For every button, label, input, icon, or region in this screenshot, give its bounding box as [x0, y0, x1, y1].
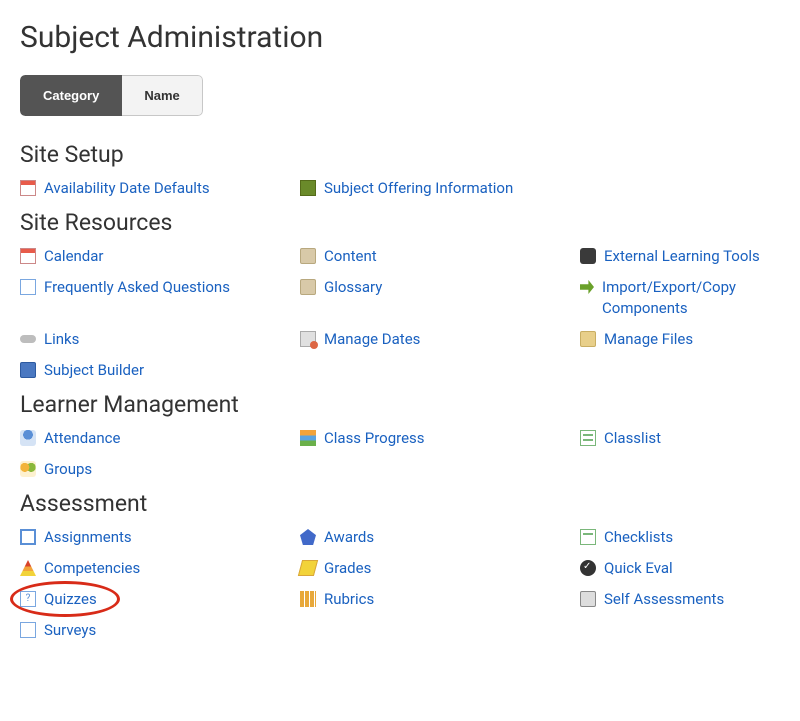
- puzzle-icon: [580, 248, 596, 264]
- quiz-icon: [20, 591, 36, 607]
- list-icon: [580, 430, 596, 446]
- page-title: Subject Administration: [20, 20, 780, 55]
- link-surveys[interactable]: Surveys: [20, 620, 300, 641]
- link-label: Manage Files: [604, 329, 693, 350]
- link-self-assessments[interactable]: Self Assessments: [580, 589, 800, 610]
- link-label: Manage Dates: [324, 329, 420, 350]
- link-label: Surveys: [44, 620, 96, 641]
- folder-icon: [580, 331, 596, 347]
- link-label: Competencies: [44, 558, 140, 579]
- link-label: Quizzes: [44, 589, 97, 610]
- link-label: External Learning Tools: [604, 246, 760, 267]
- link-manage-files[interactable]: Manage Files: [580, 329, 800, 350]
- link-quick-eval[interactable]: Quick Eval: [580, 558, 800, 579]
- link-groups[interactable]: Groups: [20, 459, 300, 480]
- toggle-name-button[interactable]: Name: [122, 75, 202, 116]
- link-label: Grades: [324, 558, 371, 579]
- person-icon: [20, 430, 36, 446]
- link-label: Groups: [44, 459, 92, 480]
- calendar-icon: [20, 248, 36, 264]
- link-competencies[interactable]: Competencies: [20, 558, 300, 579]
- link-availability-date-defaults[interactable]: Availability Date Defaults: [20, 178, 300, 199]
- link-label: Availability Date Defaults: [44, 178, 210, 199]
- groups-icon: [20, 461, 36, 477]
- link-grades[interactable]: Grades: [300, 558, 580, 579]
- link-label: Assignments: [44, 527, 132, 548]
- link-content[interactable]: Content: [300, 246, 580, 267]
- ruler-icon: [298, 560, 318, 576]
- link-classlist[interactable]: Classlist: [580, 428, 800, 449]
- pyramid-icon: [20, 560, 36, 576]
- link-import-export-copy[interactable]: Import/Export/Copy Components: [580, 277, 800, 319]
- checklist-icon: [580, 529, 596, 545]
- link-awards[interactable]: Awards: [300, 527, 580, 548]
- faq-icon: [20, 279, 36, 295]
- toggle-category-button[interactable]: Category: [20, 75, 122, 116]
- section-heading-site-resources: Site Resources: [20, 209, 780, 236]
- link-calendar[interactable]: Calendar: [20, 246, 300, 267]
- link-rubrics[interactable]: Rubrics: [300, 589, 580, 610]
- calendar-icon: [20, 180, 36, 196]
- link-label: Subject Builder: [44, 360, 144, 381]
- link-quizzes[interactable]: Quizzes: [20, 589, 300, 610]
- link-label: Class Progress: [324, 428, 425, 449]
- link-label: Self Assessments: [604, 589, 724, 610]
- section-heading-learner-management: Learner Management: [20, 391, 780, 418]
- link-label: Awards: [324, 527, 374, 548]
- quick-eval-icon: [580, 560, 596, 576]
- link-label: Rubrics: [324, 589, 374, 610]
- open-book-icon: [300, 279, 316, 295]
- section-heading-site-setup: Site Setup: [20, 141, 780, 168]
- link-checklists[interactable]: Checklists: [580, 527, 800, 548]
- link-label: Quick Eval: [604, 558, 673, 579]
- link-assignments[interactable]: Assignments: [20, 527, 300, 548]
- link-manage-dates[interactable]: Manage Dates: [300, 329, 580, 350]
- link-attendance[interactable]: Attendance: [20, 428, 300, 449]
- link-label: Glossary: [324, 277, 382, 298]
- builder-icon: [20, 362, 36, 378]
- link-label: Content: [324, 246, 377, 267]
- grid-icon: [300, 591, 316, 607]
- book-icon: [300, 180, 316, 196]
- view-toggle: Category Name: [20, 75, 203, 116]
- link-label: Import/Export/Copy Components: [602, 277, 800, 319]
- link-label: Attendance: [44, 428, 120, 449]
- link-label: Checklists: [604, 527, 673, 548]
- link-subject-builder[interactable]: Subject Builder: [20, 360, 300, 381]
- link-frequently-asked-questions[interactable]: Frequently Asked Questions: [20, 277, 300, 319]
- manage-dates-icon: [300, 331, 316, 347]
- link-links[interactable]: Links: [20, 329, 300, 350]
- open-book-icon: [300, 248, 316, 264]
- link-glossary[interactable]: Glossary: [300, 277, 580, 319]
- link-label: Subject Offering Information: [324, 178, 513, 199]
- chain-link-icon: [20, 335, 36, 343]
- link-subject-offering-information[interactable]: Subject Offering Information: [300, 178, 580, 199]
- link-label: Calendar: [44, 246, 104, 267]
- link-class-progress[interactable]: Class Progress: [300, 428, 580, 449]
- link-label: Classlist: [604, 428, 661, 449]
- link-label: Links: [44, 329, 79, 350]
- import-export-icon: [580, 280, 594, 294]
- link-external-learning-tools[interactable]: External Learning Tools: [580, 246, 800, 267]
- self-assessment-icon: [580, 591, 596, 607]
- award-badge-icon: [300, 529, 316, 545]
- assignment-icon: [20, 529, 36, 545]
- section-heading-assessment: Assessment: [20, 490, 780, 517]
- progress-bars-icon: [300, 430, 316, 446]
- link-label: Frequently Asked Questions: [44, 277, 230, 298]
- survey-icon: [20, 622, 36, 638]
